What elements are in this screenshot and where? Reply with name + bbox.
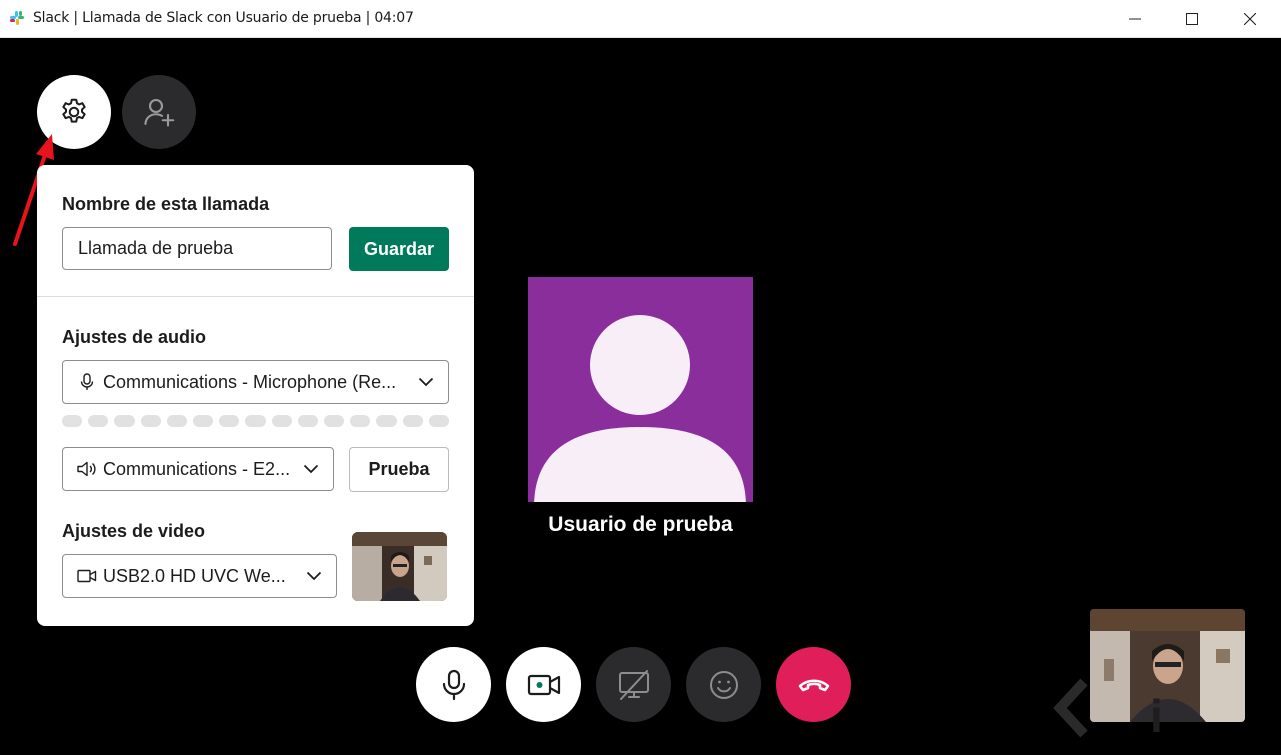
minimize-icon [1129,18,1141,19]
slack-logo-icon [10,11,24,25]
speaker-icon [77,460,97,478]
close-button[interactable] [1227,0,1273,37]
call-name-input[interactable] [62,227,332,270]
emoji-icon [709,670,738,699]
window-title: Slack | Llamada de Slack con Usuario de … [33,10,414,26]
toggle-video-button[interactable] [506,647,581,722]
minimize-button[interactable] [1112,0,1158,37]
call-name-label: Nombre de esta llamada [62,194,270,214]
chevron-down-icon [418,377,434,387]
call-settings-panel: Nombre de esta llamada Guardar Ajustes d… [37,165,474,626]
camera-select[interactable]: USB2.0 HD UVC We... [62,554,337,598]
add-participant-button[interactable] [122,75,196,149]
save-button[interactable]: Guardar [349,227,449,271]
screen-share-off-icon [618,669,649,700]
video-settings-label: Ajustes de video [62,521,206,541]
gear-icon [62,98,86,123]
mic-level-meter [62,415,450,427]
speaker-select[interactable]: Communications - E2... [62,447,334,491]
maximize-icon [1186,12,1198,25]
test-audio-button[interactable]: Prueba [349,447,449,492]
divider [37,296,474,297]
microphone-icon [442,669,465,700]
chevron-down-icon [303,464,319,474]
reactions-button[interactable] [686,647,761,722]
mute-microphone-button[interactable] [416,647,491,722]
camera-select-value: USB2.0 HD UVC We... [103,565,286,586]
speaker-select-value: Communications - E2... [103,458,291,479]
camera-icon [77,567,97,585]
participant-name: Usuario de prueba [548,513,733,536]
leave-call-button[interactable] [776,647,851,722]
window-title-bar: Slack | Llamada de Slack con Usuario de … [0,0,1281,38]
participant-avatar [528,277,753,502]
chevron-down-icon [306,571,322,581]
svg-text:i: i [1150,690,1163,742]
add-person-icon [144,98,175,127]
microphone-icon [77,373,97,391]
microphone-select[interactable]: Communications - Microphone (Re... [62,360,449,404]
maximize-button[interactable] [1169,0,1215,37]
hang-up-icon [798,678,829,691]
close-icon [1244,12,1256,25]
microphone-select-value: Communications - Microphone (Re... [103,371,397,392]
share-screen-button[interactable] [596,647,671,722]
video-icon [527,674,560,695]
camera-preview [352,532,447,601]
watermark-logo: i [1053,678,1163,742]
audio-settings-label: Ajustes de audio [62,327,207,347]
